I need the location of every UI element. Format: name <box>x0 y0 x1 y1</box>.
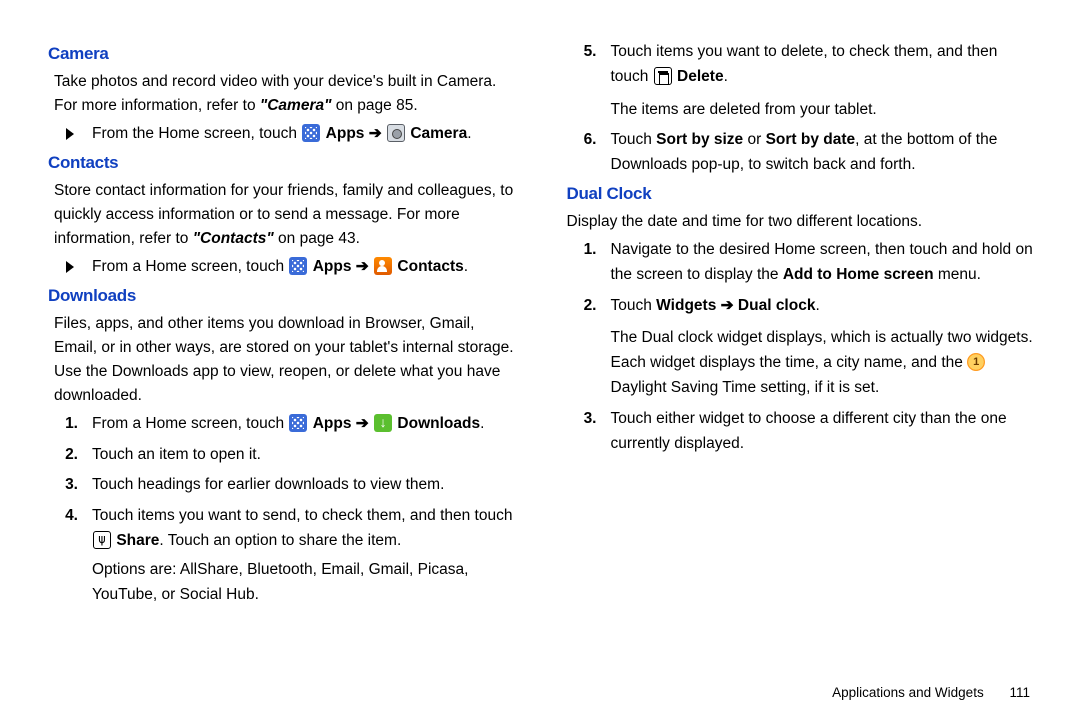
bullet <box>48 255 92 280</box>
text: . <box>724 68 728 85</box>
dualclock-step-3: 3. Touch either widget to choose a diffe… <box>567 407 1036 457</box>
text: . Touch an option to share the item. <box>159 532 401 549</box>
label-widgets: Widgets <box>656 297 716 314</box>
text: Daylight Saving Time setting, if it is s… <box>611 379 880 396</box>
text: on page 43. <box>274 230 360 247</box>
heading-downloads: Downloads <box>48 286 517 306</box>
bullet <box>48 122 92 147</box>
text: From the Home screen, touch <box>92 125 301 142</box>
downloads-step-5: 5. Touch items you want to delete, to ch… <box>567 40 1036 122</box>
dualclock-step-2: 2. Touch Widgets ➔ Dual clock. The Dual … <box>567 294 1036 401</box>
arrow-icon: ➔ <box>351 415 373 432</box>
text: Options are: AllShare, Bluetooth, Email,… <box>92 561 468 603</box>
step-text: Touch Widgets ➔ Dual clock. The Dual clo… <box>611 294 1036 401</box>
step-text: From a Home screen, touch Apps ➔ Contact… <box>92 255 517 280</box>
text: menu. <box>934 266 981 283</box>
text: The items are deleted from your tablet. <box>611 101 877 118</box>
camera-icon <box>387 124 405 142</box>
dst-icon <box>967 353 985 371</box>
step-number: 6. <box>567 128 611 178</box>
step-text: From the Home screen, touch Apps ➔ Camer… <box>92 122 517 147</box>
step-number: 4. <box>48 504 92 607</box>
step-text: Touch headings for earlier downloads to … <box>92 473 517 498</box>
step-text: Touch items you want to send, to check t… <box>92 504 517 607</box>
right-column: 5. Touch items you want to delete, to ch… <box>567 40 1036 613</box>
step-number: 1. <box>48 412 92 437</box>
label-sort-date: Sort by date <box>766 131 856 148</box>
contacts-desc: Store contact information for your frien… <box>54 179 517 251</box>
share-icon <box>93 531 111 549</box>
text: From a Home screen, touch <box>92 258 288 275</box>
arrow-icon: ➔ <box>716 297 738 314</box>
contacts-nav-step: From a Home screen, touch Apps ➔ Contact… <box>48 255 517 280</box>
downloads-step-4: 4. Touch items you want to send, to chec… <box>48 504 517 607</box>
text: Touch <box>611 131 657 148</box>
step-text: Touch items you want to delete, to check… <box>611 40 1036 122</box>
downloads-step-6: 6. Touch Sort by size or Sort by date, a… <box>567 128 1036 178</box>
step-text: Touch either widget to choose a differen… <box>611 407 1036 457</box>
label-apps: Apps <box>313 415 352 432</box>
dualclock-desc: Display the date and time for two differ… <box>567 210 1036 234</box>
label-share: Share <box>116 532 159 549</box>
label-apps: Apps <box>313 258 352 275</box>
label-downloads: Downloads <box>397 415 480 432</box>
camera-desc: Take photos and record video with your d… <box>54 70 517 118</box>
apps-icon <box>289 414 307 432</box>
step-text: From a Home screen, touch Apps ➔ Downloa… <box>92 412 517 437</box>
delete-icon <box>654 67 672 85</box>
downloads-icon <box>374 414 392 432</box>
arrow-icon: ➔ <box>364 125 386 142</box>
label-delete: Delete <box>677 68 724 85</box>
downloads-step-2: 2. Touch an item to open it. <box>48 443 517 468</box>
text: on page 85. <box>331 97 417 114</box>
text: Touch <box>611 297 657 314</box>
downloads-step-1: 1. From a Home screen, touch Apps ➔ Down… <box>48 412 517 437</box>
step-text: Navigate to the desired Home screen, the… <box>611 238 1036 288</box>
page-footer: Applications and Widgets 111 <box>832 685 1030 700</box>
downloads-desc: Files, apps, and other items you downloa… <box>54 312 517 408</box>
two-column-layout: Camera Take photos and record video with… <box>48 40 1035 613</box>
play-bullet-icon <box>66 128 74 140</box>
text: . <box>467 125 471 142</box>
text: . <box>815 297 819 314</box>
label-contacts: Contacts <box>397 258 463 275</box>
label-camera: Camera <box>410 125 467 142</box>
step-number: 5. <box>567 40 611 122</box>
footer-section: Applications and Widgets <box>832 685 984 700</box>
step-number: 3. <box>48 473 92 498</box>
text: . <box>480 415 484 432</box>
step-text: Touch Sort by size or Sort by date, at t… <box>611 128 1036 178</box>
play-bullet-icon <box>66 261 74 273</box>
label-add-home: Add to Home screen <box>783 266 934 283</box>
heading-camera: Camera <box>48 44 517 64</box>
label-apps: Apps <box>326 125 365 142</box>
text: Touch items you want to send, to check t… <box>92 507 512 524</box>
apps-icon <box>289 257 307 275</box>
heading-contacts: Contacts <box>48 153 517 173</box>
step-number: 3. <box>567 407 611 457</box>
arrow-icon: ➔ <box>351 258 373 275</box>
apps-icon <box>302 124 320 142</box>
heading-dualclock: Dual Clock <box>567 184 1036 204</box>
xref-contacts: "Contacts" <box>193 230 274 247</box>
xref-camera: "Camera" <box>260 97 332 114</box>
text: or <box>743 131 765 148</box>
step-text: Touch an item to open it. <box>92 443 517 468</box>
downloads-step-3: 3. Touch headings for earlier downloads … <box>48 473 517 498</box>
left-column: Camera Take photos and record video with… <box>48 40 517 613</box>
step-number: 2. <box>48 443 92 468</box>
camera-nav-step: From the Home screen, touch Apps ➔ Camer… <box>48 122 517 147</box>
step-number: 1. <box>567 238 611 288</box>
contacts-icon <box>374 257 392 275</box>
text: From a Home screen, touch <box>92 415 288 432</box>
text: . <box>464 258 468 275</box>
page-number: 111 <box>1009 685 1030 700</box>
dualclock-step-1: 1. Navigate to the desired Home screen, … <box>567 238 1036 288</box>
label-sort-size: Sort by size <box>656 131 743 148</box>
step-number: 2. <box>567 294 611 401</box>
label-dualclock: Dual clock <box>738 297 816 314</box>
